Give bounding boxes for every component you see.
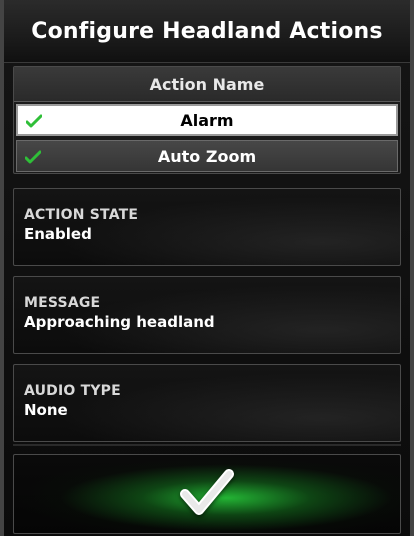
checkmark-icon <box>177 464 237 524</box>
setting-message[interactable]: MESSAGE Approaching headland <box>13 276 401 354</box>
setting-value: Approaching headland <box>24 313 215 331</box>
actions-list-header: Action Name <box>14 67 400 102</box>
setting-value: Enabled <box>24 225 92 243</box>
actions-list: Action Name Alarm Auto Zoom <box>13 66 401 174</box>
divider <box>13 444 401 446</box>
setting-action-state[interactable]: ACTION STATE Enabled <box>13 188 401 266</box>
setting-label: AUDIO TYPE <box>24 383 121 399</box>
configure-headland-actions-screen: Configure Headland Actions Action Name A… <box>0 0 414 536</box>
setting-audio-type[interactable]: AUDIO TYPE None <box>13 364 401 442</box>
check-icon <box>25 113 43 128</box>
check-icon <box>24 149 42 164</box>
setting-value: None <box>24 401 68 419</box>
screen-title-text: Configure Headland Actions <box>31 18 383 44</box>
setting-label: MESSAGE <box>24 295 101 311</box>
action-row-label: Auto Zoom <box>157 146 257 166</box>
action-row-auto-zoom[interactable]: Auto Zoom <box>16 140 398 172</box>
setting-label: ACTION STATE <box>24 207 139 223</box>
action-row-alarm[interactable]: Alarm <box>16 104 398 136</box>
screen-title: Configure Headland Actions <box>4 0 410 63</box>
action-row-label: Alarm <box>180 110 234 130</box>
confirm-button[interactable] <box>13 454 401 534</box>
actions-list-header-label: Action Name <box>149 74 265 94</box>
